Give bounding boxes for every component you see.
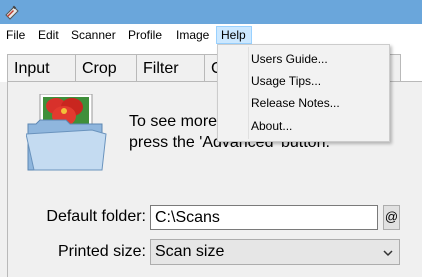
menu-profile[interactable]: Profile (124, 26, 166, 44)
tab-input[interactable]: Input (7, 54, 76, 82)
default-folder-input[interactable]: C:\Scans (150, 205, 378, 230)
tab-filter[interactable]: Filter (136, 54, 205, 82)
menu-file[interactable]: File (2, 26, 29, 44)
printed-size-label: Printed size: (57, 243, 146, 260)
title-bar (0, 0, 422, 25)
menu-item-usage-tips[interactable]: Usage Tips... (251, 71, 321, 91)
printed-size-select[interactable]: Scan size (150, 239, 400, 265)
menu-item-about[interactable]: About... (251, 116, 292, 136)
menu-image[interactable]: Image (172, 26, 213, 44)
menu-gutter (248, 47, 249, 139)
default-folder-label: Default folder: (46, 208, 146, 225)
printed-size-value: Scan size (155, 243, 225, 260)
menu-item-users-guide[interactable]: Users Guide... (251, 49, 328, 69)
menu-help[interactable]: Help (216, 26, 252, 44)
menu-edit[interactable]: Edit (34, 26, 63, 44)
help-dropdown-menu: Users Guide... Usage Tips... Release Not… (217, 44, 390, 142)
menu-item-release-notes[interactable]: Release Notes... (251, 93, 340, 113)
chevron-down-icon (383, 250, 393, 257)
info-line-1: To see more (129, 113, 218, 130)
app-icon[interactable] (4, 4, 20, 20)
folder-with-photo-icon (26, 94, 107, 171)
tab-crop[interactable]: Crop (75, 54, 137, 82)
menu-scanner[interactable]: Scanner (67, 26, 120, 44)
browse-folder-button[interactable]: @ (383, 205, 400, 230)
